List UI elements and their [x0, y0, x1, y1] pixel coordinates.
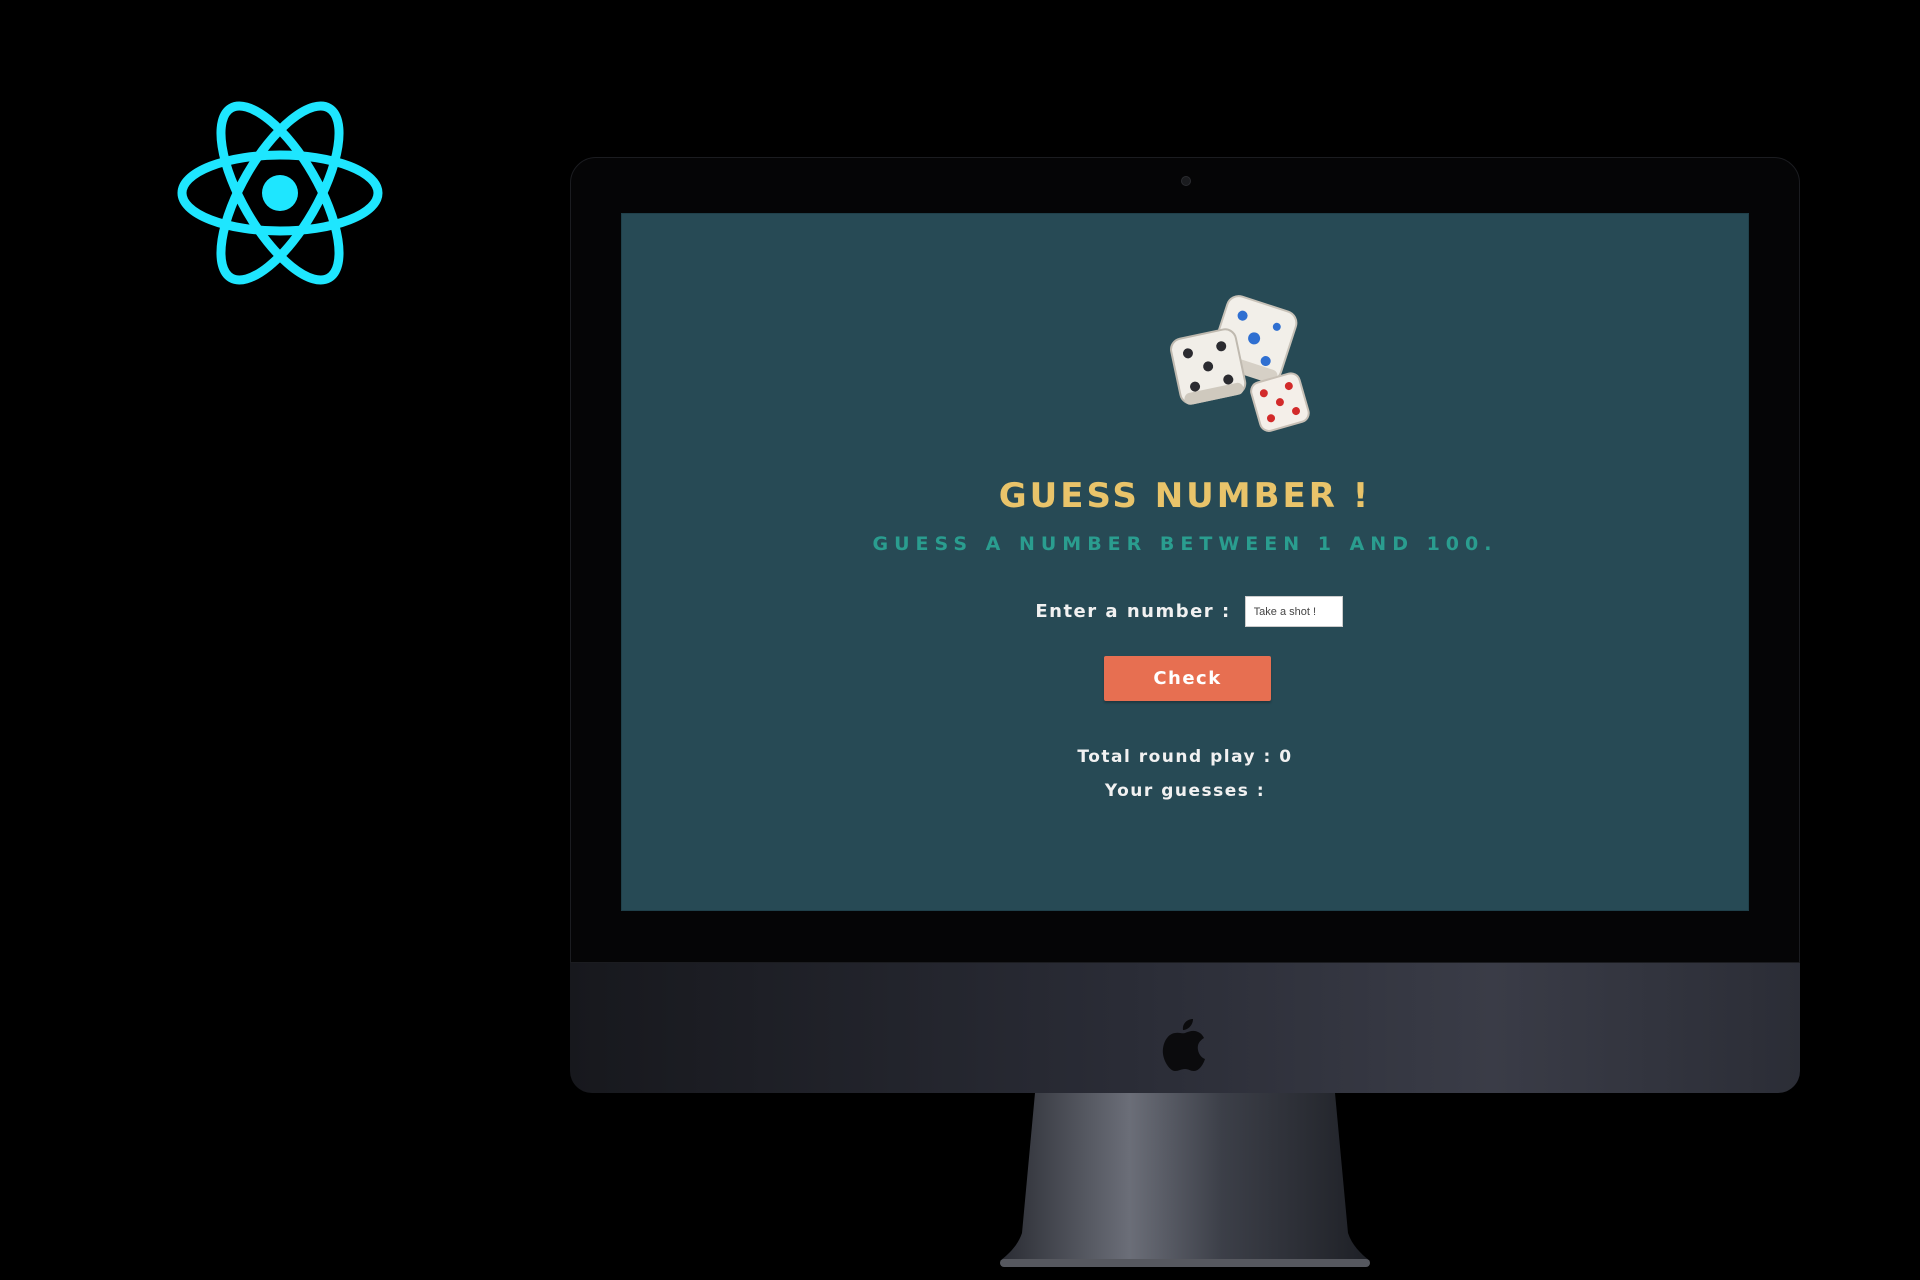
- number-entry-row: Enter a number :: [621, 596, 1749, 627]
- check-button[interactable]: Check: [1104, 656, 1271, 701]
- monitor-chin: [570, 963, 1800, 1093]
- page-title: GUESS NUMBER !: [998, 476, 1372, 516]
- round-count-line: Total round play : 0: [621, 740, 1749, 774]
- dice-icon: [1170, 295, 1310, 432]
- number-input-label: Enter a number :: [1035, 601, 1231, 622]
- stage: GUESS NUMBER ! GUESS A NUMBER BETWEEN 1 …: [0, 0, 1920, 1280]
- page-subtitle: GUESS A NUMBER BETWEEN 1 AND 100.: [872, 533, 1498, 555]
- stats-panel: Total round play : 0 Your guesses :: [621, 740, 1749, 808]
- guesses-line: Your guesses :: [621, 774, 1749, 808]
- imac-mockup: GUESS NUMBER ! GUESS A NUMBER BETWEEN 1 …: [570, 157, 1800, 1277]
- guesses-label: Your guesses :: [1104, 781, 1266, 801]
- react-logo-icon: [177, 101, 383, 285]
- round-count-value: 0: [1279, 747, 1293, 767]
- camera-icon: [1181, 176, 1191, 186]
- monitor-stand: [1000, 1093, 1370, 1267]
- round-count-label: Total round play :: [1077, 747, 1272, 767]
- app-screen: GUESS NUMBER ! GUESS A NUMBER BETWEEN 1 …: [621, 213, 1749, 911]
- number-input[interactable]: [1244, 596, 1343, 627]
- apple-icon: [1162, 1019, 1205, 1071]
- monitor-bezel: GUESS NUMBER ! GUESS A NUMBER BETWEEN 1 …: [570, 157, 1800, 963]
